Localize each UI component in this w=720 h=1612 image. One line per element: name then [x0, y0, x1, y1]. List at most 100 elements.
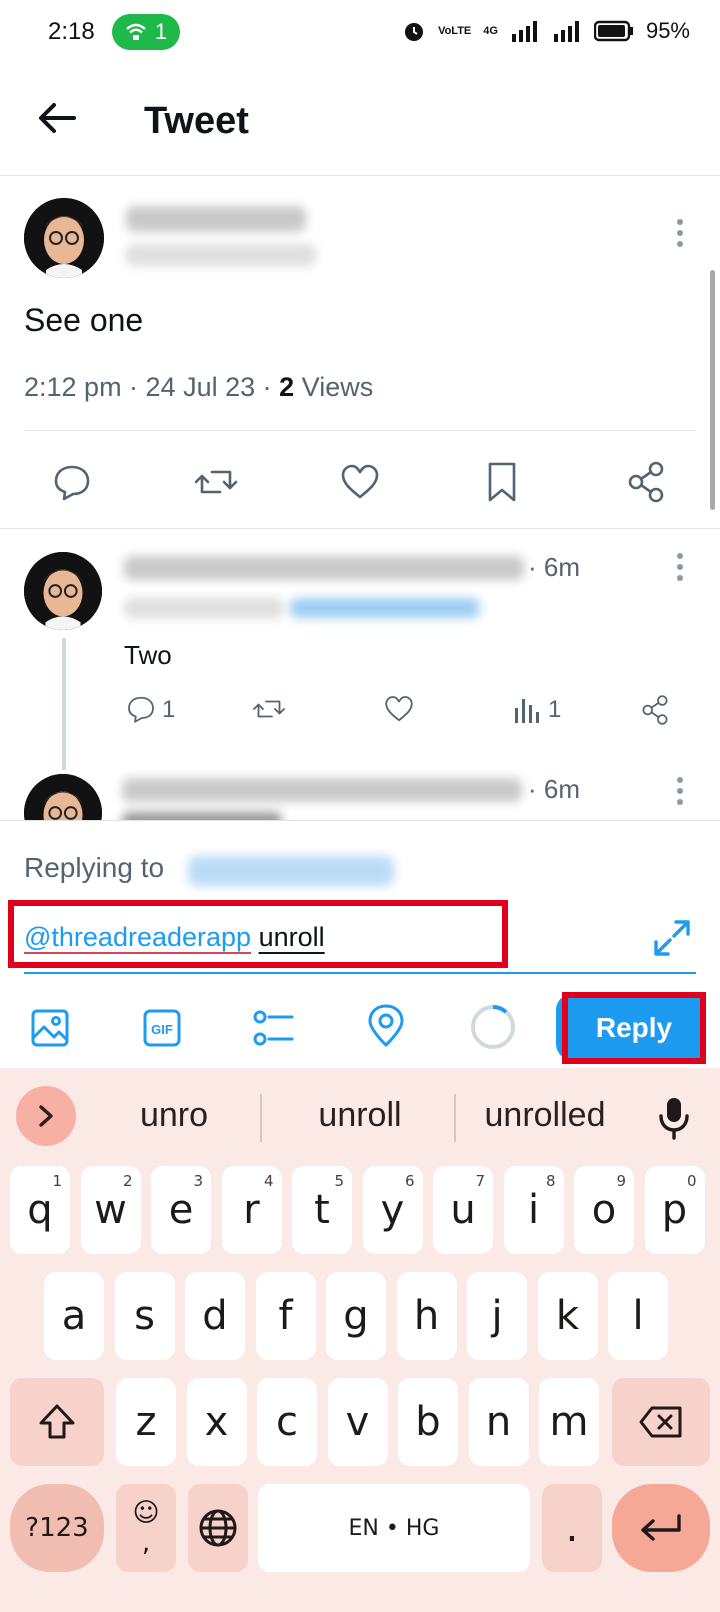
key-h[interactable]: h: [396, 1272, 457, 1360]
key-q[interactable]: 1q: [10, 1166, 70, 1254]
language-key[interactable]: [188, 1484, 248, 1572]
key-w[interactable]: 2w: [80, 1166, 141, 1254]
scrollbar[interactable]: [710, 270, 715, 510]
compose-word: unroll: [258, 922, 325, 952]
reply-button[interactable]: Reply: [568, 998, 700, 1058]
tweet-meta: 2:12 pm · 24 Jul 23 · 2 Views: [24, 372, 373, 403]
enter-icon: [641, 1514, 681, 1541]
reply-avatar[interactable]: [24, 552, 102, 630]
keyboard: unro unroll unrolled ?123 ☺ , EN • HG .: [0, 1068, 720, 1612]
reply-icon[interactable]: [52, 462, 92, 502]
location-icon[interactable]: [366, 1004, 406, 1048]
key-x[interactable]: x: [186, 1378, 247, 1466]
key-g[interactable]: g: [326, 1272, 386, 1360]
space-key[interactable]: EN • HG: [258, 1484, 530, 1572]
alarm-icon: [405, 23, 424, 41]
key-label: q: [27, 1187, 53, 1233]
compose-input[interactable]: @threadreaderapp unroll: [24, 922, 325, 953]
poll-icon[interactable]: [252, 1008, 296, 1048]
replying-to-handle-blurred[interactable]: [188, 856, 394, 886]
emoji-icon: ☺: [132, 1498, 160, 1528]
page-title: Tweet: [144, 100, 249, 142]
reply-button-highlight: Reply: [562, 992, 706, 1064]
key-number-hint: 4: [263, 1172, 274, 1190]
key-s[interactable]: s: [114, 1272, 175, 1360]
avatar-image: [24, 198, 104, 278]
status-time: 2:18: [48, 18, 95, 45]
more-options-icon[interactable]: [676, 552, 684, 582]
key-number-hint: 6: [404, 1172, 415, 1190]
like-icon[interactable]: [340, 462, 380, 502]
suggestion-1[interactable]: unro: [112, 1096, 236, 1135]
key-y[interactable]: 6y: [362, 1166, 423, 1254]
key-a[interactable]: a: [44, 1272, 104, 1360]
share-icon[interactable]: [626, 460, 666, 504]
key-f[interactable]: f: [255, 1272, 316, 1360]
backspace-key[interactable]: [612, 1378, 710, 1466]
key-e[interactable]: 3e: [151, 1166, 211, 1254]
image-icon[interactable]: [30, 1008, 70, 1048]
key-label: t: [314, 1187, 330, 1233]
key-z[interactable]: z: [116, 1378, 176, 1466]
key-m[interactable]: m: [539, 1378, 599, 1466]
key-t[interactable]: 5t: [292, 1166, 352, 1254]
author-handle-blurred: [126, 244, 316, 266]
suggestion-2[interactable]: unroll: [290, 1096, 430, 1135]
expand-icon[interactable]: [652, 918, 692, 958]
key-p[interactable]: 0p: [644, 1166, 705, 1254]
key-i[interactable]: 8i: [503, 1166, 564, 1254]
period-key[interactable]: .: [542, 1484, 602, 1572]
key-number-hint: 1: [52, 1172, 62, 1190]
key-label: y: [380, 1187, 405, 1233]
more-options-icon[interactable]: [676, 218, 684, 248]
reply-avatar: [24, 774, 102, 820]
like-icon[interactable]: [384, 694, 414, 724]
author-avatar[interactable]: [24, 198, 104, 278]
suggestion-3[interactable]: unrolled: [470, 1096, 620, 1135]
key-v[interactable]: v: [327, 1378, 388, 1466]
key-label: w: [94, 1187, 127, 1233]
reply-author-blurred: [124, 556, 524, 580]
key-number-hint: 3: [193, 1172, 203, 1190]
shift-key[interactable]: [10, 1378, 104, 1466]
signal-icon-2: [553, 21, 579, 42]
key-o[interactable]: 9o: [574, 1166, 634, 1254]
more-options-icon[interactable]: [676, 776, 684, 806]
enter-key[interactable]: [612, 1484, 710, 1572]
share-icon[interactable]: [640, 694, 670, 726]
back-arrow-icon[interactable]: [34, 94, 82, 142]
reply-item[interactable]: · 6m: [0, 770, 720, 820]
key-u[interactable]: 7u: [433, 1166, 493, 1254]
key-label: e: [168, 1187, 194, 1233]
key-number-hint: 2: [122, 1172, 133, 1190]
reply-time: · 6m: [528, 774, 580, 804]
key-c[interactable]: c: [257, 1378, 317, 1466]
key-d[interactable]: d: [185, 1272, 245, 1360]
reply-time: · 6m: [528, 552, 580, 582]
key-r[interactable]: 4r: [221, 1166, 282, 1254]
comma-label: ,: [141, 1528, 151, 1558]
key-number-hint: 0: [686, 1172, 697, 1190]
key-label: r: [243, 1187, 260, 1233]
keyboard-expand-button[interactable]: [16, 1086, 76, 1146]
shift-icon: [39, 1404, 75, 1439]
bookmark-icon[interactable]: [484, 460, 520, 504]
backspace-icon: [639, 1406, 682, 1438]
emoji-comma-key[interactable]: ☺ ,: [116, 1484, 176, 1572]
reply-icon[interactable]: [126, 694, 156, 724]
microphone-icon[interactable]: [656, 1096, 692, 1140]
views-icon[interactable]: [514, 696, 540, 724]
key-l[interactable]: l: [608, 1272, 668, 1360]
status-bar: 2:18 1 VoLTE 4G 95%: [0, 0, 720, 66]
symbols-key[interactable]: ?123: [10, 1484, 104, 1572]
key-k[interactable]: k: [537, 1272, 598, 1360]
key-n[interactable]: n: [468, 1378, 529, 1466]
battery-icon: [593, 20, 633, 42]
tweet-text: See one: [24, 302, 144, 338]
retweet-icon[interactable]: [252, 694, 286, 724]
key-j[interactable]: j: [467, 1272, 527, 1360]
retweet-icon[interactable]: [194, 462, 238, 502]
gif-icon[interactable]: GIF: [142, 1008, 182, 1048]
key-b[interactable]: b: [398, 1378, 458, 1466]
key-label: u: [450, 1187, 476, 1233]
